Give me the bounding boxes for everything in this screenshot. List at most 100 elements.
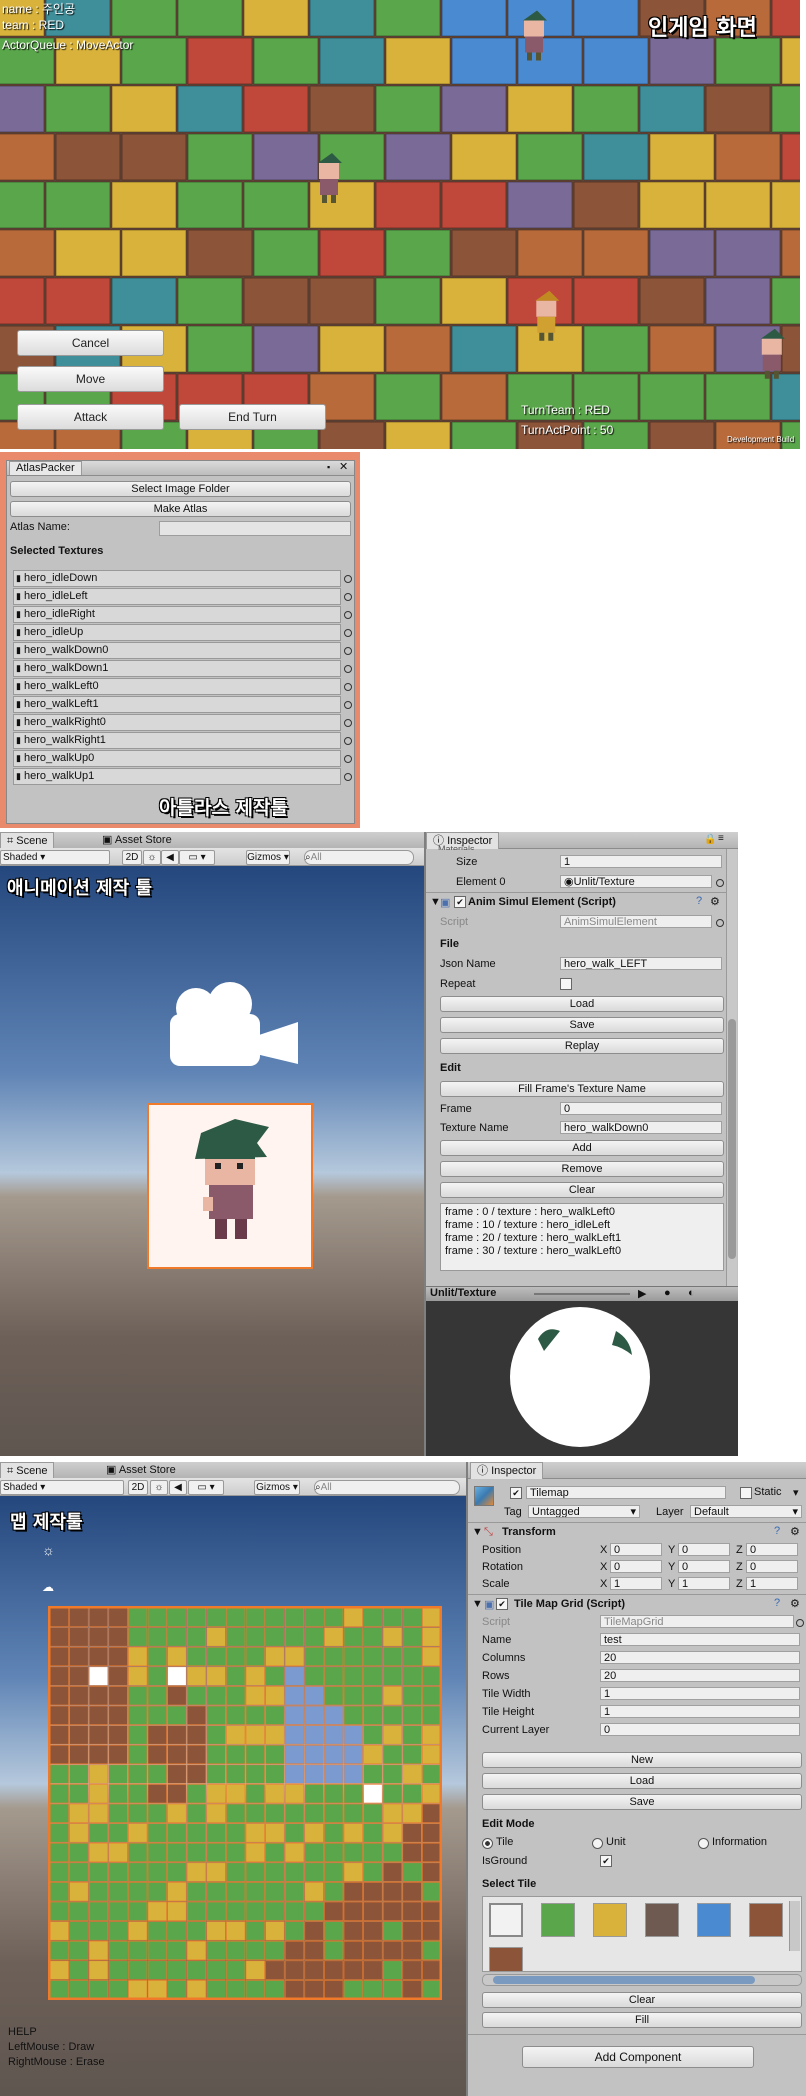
map-tile[interactable] bbox=[206, 1744, 226, 1765]
board-tile[interactable] bbox=[639, 373, 705, 421]
board-tile[interactable] bbox=[583, 133, 649, 181]
map-tile[interactable] bbox=[402, 1686, 422, 1706]
map-tile[interactable] bbox=[304, 1862, 324, 1882]
map-tile[interactable] bbox=[147, 1960, 167, 1980]
board-tile[interactable] bbox=[507, 181, 573, 229]
tab-asset-store[interactable]: ▣ Asset Store bbox=[96, 832, 178, 848]
map-tile[interactable] bbox=[422, 1921, 442, 1941]
map-tile[interactable] bbox=[245, 1686, 265, 1706]
map-tile[interactable] bbox=[147, 1764, 167, 1784]
map-tile[interactable] bbox=[265, 1980, 285, 2000]
isground-checkbox[interactable]: ✔ bbox=[600, 1855, 612, 1867]
tile-swatch-water[interactable] bbox=[697, 1903, 731, 1937]
attack-button[interactable]: Attack bbox=[17, 404, 164, 430]
map-tile[interactable] bbox=[363, 1784, 383, 1804]
move-button[interactable]: Move bbox=[17, 366, 164, 392]
mode-tile-radio[interactable] bbox=[482, 1838, 493, 1849]
board-tile[interactable] bbox=[319, 37, 385, 85]
map-tile[interactable] bbox=[245, 1882, 265, 1902]
map-tile[interactable] bbox=[49, 1666, 69, 1686]
clear-button[interactable]: Clear bbox=[440, 1182, 724, 1198]
map-tile[interactable] bbox=[88, 1823, 109, 1843]
help-icon[interactable]: ? bbox=[696, 895, 702, 907]
map-tile[interactable] bbox=[304, 1666, 324, 1686]
map-tile[interactable] bbox=[422, 1686, 442, 1706]
texture-picker-icon[interactable] bbox=[344, 755, 352, 763]
map-tile[interactable] bbox=[304, 1646, 324, 1667]
map-tile[interactable] bbox=[284, 1842, 305, 1863]
board-tile[interactable] bbox=[177, 277, 243, 325]
board-tile[interactable] bbox=[253, 133, 319, 181]
texture-picker-icon[interactable] bbox=[344, 773, 352, 781]
map-tile[interactable] bbox=[343, 1607, 363, 1627]
map-tile[interactable] bbox=[382, 1686, 403, 1706]
map-tile[interactable] bbox=[363, 1882, 383, 1902]
tile-width-input[interactable]: 1 bbox=[600, 1687, 800, 1700]
map-tile[interactable] bbox=[245, 1646, 265, 1667]
map-tile[interactable] bbox=[49, 1705, 69, 1725]
map-tile[interactable] bbox=[128, 1784, 148, 1804]
end-turn-button[interactable]: End Turn bbox=[179, 404, 326, 430]
map-tile[interactable] bbox=[186, 1646, 207, 1667]
map-tile[interactable] bbox=[304, 1627, 324, 1647]
map-tile[interactable] bbox=[69, 1705, 89, 1725]
map-tile[interactable] bbox=[402, 1862, 422, 1882]
map-tile[interactable] bbox=[206, 1980, 226, 2000]
board-tile[interactable] bbox=[781, 133, 800, 181]
map-tile[interactable] bbox=[167, 1627, 187, 1647]
map-tile[interactable] bbox=[128, 1862, 148, 1882]
map-tile[interactable] bbox=[265, 1960, 285, 1980]
board-tile[interactable] bbox=[771, 0, 800, 37]
map-tile[interactable] bbox=[343, 1646, 363, 1667]
map-tile[interactable] bbox=[88, 1607, 109, 1627]
map-tile[interactable] bbox=[363, 1725, 383, 1745]
map-tile[interactable] bbox=[226, 1803, 246, 1823]
map-tile[interactable] bbox=[382, 1980, 403, 2000]
map-tile[interactable] bbox=[69, 1901, 89, 1921]
map-tile[interactable] bbox=[49, 1764, 69, 1784]
preview-slider[interactable] bbox=[534, 1293, 630, 1295]
map-tile[interactable] bbox=[49, 1784, 69, 1804]
board-tile[interactable] bbox=[0, 277, 45, 325]
board-tile[interactable] bbox=[319, 229, 385, 277]
texture-picker-icon[interactable] bbox=[344, 575, 352, 583]
map-tile[interactable] bbox=[147, 1607, 167, 1627]
map-tile[interactable] bbox=[88, 1705, 109, 1725]
map-tile[interactable] bbox=[226, 1940, 246, 1961]
map-tile[interactable] bbox=[245, 1940, 265, 1961]
map-tile[interactable] bbox=[128, 1686, 148, 1706]
map-tile[interactable] bbox=[363, 1744, 383, 1765]
map-tile[interactable] bbox=[324, 1784, 344, 1804]
json-name-input[interactable]: hero_walk_LEFT bbox=[560, 957, 722, 970]
map-tile[interactable] bbox=[324, 1960, 344, 1980]
map-tile[interactable] bbox=[108, 1607, 128, 1627]
texture-picker-icon[interactable] bbox=[344, 593, 352, 601]
board-tile[interactable] bbox=[177, 181, 243, 229]
texture-picker-icon[interactable] bbox=[344, 737, 352, 745]
lock-icon[interactable]: 🔒 bbox=[704, 834, 716, 845]
map-tile[interactable] bbox=[186, 1842, 207, 1863]
map-tile[interactable] bbox=[422, 1627, 442, 1647]
map-tile[interactable] bbox=[128, 1627, 148, 1647]
board-tile[interactable] bbox=[243, 85, 309, 133]
board-tile[interactable] bbox=[583, 325, 649, 373]
map-tile[interactable] bbox=[284, 1784, 305, 1804]
map-tile[interactable] bbox=[284, 1823, 305, 1843]
map-tile[interactable] bbox=[343, 1980, 363, 2000]
map-tile[interactable] bbox=[284, 1882, 305, 1902]
map-tile[interactable] bbox=[88, 1666, 109, 1686]
map-tile[interactable] bbox=[108, 1784, 128, 1804]
transform-rotation-field[interactable]: 0 bbox=[746, 1560, 798, 1573]
map-tile[interactable] bbox=[108, 1940, 128, 1961]
map-tile[interactable] bbox=[245, 1744, 265, 1765]
map-tile[interactable] bbox=[382, 1882, 403, 1902]
map-tile[interactable] bbox=[128, 1666, 148, 1686]
map-tile[interactable] bbox=[304, 1784, 324, 1804]
board-tile[interactable] bbox=[705, 85, 771, 133]
map-tile[interactable] bbox=[206, 1686, 226, 1706]
map-tile[interactable] bbox=[324, 1901, 344, 1921]
map-tile[interactable] bbox=[88, 1725, 109, 1745]
map-tile[interactable] bbox=[69, 1842, 89, 1863]
board-tile[interactable] bbox=[649, 133, 715, 181]
map-tile[interactable] bbox=[265, 1705, 285, 1725]
